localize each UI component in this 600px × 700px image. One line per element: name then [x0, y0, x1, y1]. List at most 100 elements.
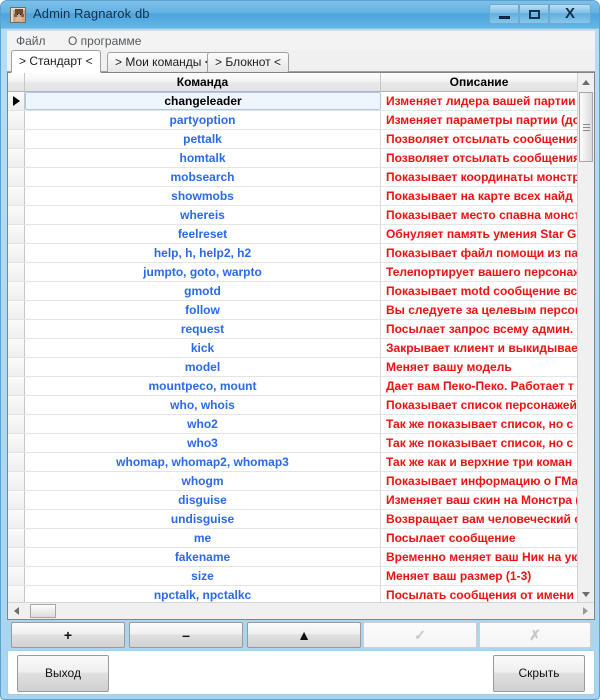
cell-description[interactable]: Показывает на карте всех найд: [381, 187, 577, 205]
cell-command[interactable]: who2: [25, 415, 381, 433]
cell-description[interactable]: Вы следуете за целевым персон: [381, 301, 577, 319]
cell-command[interactable]: pettalk: [25, 130, 381, 148]
cell-description[interactable]: Показывает информацию о ГМах: [381, 472, 577, 490]
table-row[interactable]: mobsearch Показывает координаты монстр: [8, 168, 577, 187]
cell-description[interactable]: Показывает файл помощи из пап: [381, 244, 577, 262]
close-button[interactable]: X: [549, 4, 591, 24]
cell-command[interactable]: whereis: [25, 206, 381, 224]
table-row[interactable]: follow Вы следуете за целевым персон: [8, 301, 577, 320]
row-indicator-cell[interactable]: [8, 586, 25, 603]
cell-description[interactable]: Показывает место спавна монст: [381, 206, 577, 224]
tab-my-commands[interactable]: > Мои команды <: [107, 52, 220, 72]
cell-command[interactable]: jumpto, goto, warpto: [25, 263, 381, 281]
cell-command[interactable]: mountpeco, mount: [25, 377, 381, 395]
cell-description[interactable]: Так же как и верхние три коман: [381, 453, 577, 471]
table-row[interactable]: mountpeco, mount Дает вам Пеко-Пеко. Рабо…: [8, 377, 577, 396]
table-row[interactable]: homtalk Позволяет отсылать сообщения: [8, 149, 577, 168]
table-row[interactable]: gmotd Показывает motd сообщение вс: [8, 282, 577, 301]
scroll-up-arrow[interactable]: [578, 73, 594, 90]
maximize-button[interactable]: [519, 4, 549, 24]
row-indicator-cell[interactable]: [8, 206, 25, 224]
table-row[interactable]: kick Закрывает клиент и выкидывае: [8, 339, 577, 358]
row-indicator-cell[interactable]: [8, 301, 25, 319]
cell-command[interactable]: undisguise: [25, 510, 381, 528]
row-indicator-cell[interactable]: [8, 415, 25, 433]
cell-command[interactable]: mobsearch: [25, 168, 381, 186]
cell-command[interactable]: help, h, help2, h2: [25, 244, 381, 262]
cell-command[interactable]: feelreset: [25, 225, 381, 243]
cell-description[interactable]: Посылать сообщения от имени Н: [381, 586, 577, 603]
row-indicator-cell[interactable]: [8, 453, 25, 471]
table-row[interactable]: help, h, help2, h2 Показывает файл помощи…: [8, 244, 577, 263]
row-indicator-cell[interactable]: [8, 130, 25, 148]
cell-command[interactable]: who, whois: [25, 396, 381, 414]
row-indicator-cell[interactable]: [8, 396, 25, 414]
horizontal-scrollbar[interactable]: [8, 602, 594, 619]
table-row[interactable]: undisguise Возвращает вам человеческий с: [8, 510, 577, 529]
cell-description[interactable]: Телепортирует вашего персонаж: [381, 263, 577, 281]
row-indicator-cell[interactable]: [8, 548, 25, 566]
row-indicator-cell[interactable]: [8, 225, 25, 243]
table-row[interactable]: npctalk, npctalkc Посылать сообщения от и…: [8, 586, 577, 603]
cell-description[interactable]: Изменяет ваш скин на Монстра (: [381, 491, 577, 509]
table-row[interactable]: whogm Показывает информацию о ГМах: [8, 472, 577, 491]
cell-description[interactable]: Посылает запрос всему админ. с: [381, 320, 577, 338]
horizontal-scrollbar-thumb[interactable]: [30, 604, 56, 618]
row-indicator-cell[interactable]: [8, 244, 25, 262]
exit-button[interactable]: Выход: [17, 655, 109, 692]
row-indicator-cell[interactable]: [8, 434, 25, 452]
cell-command[interactable]: who3: [25, 434, 381, 452]
cell-command[interactable]: me: [25, 529, 381, 547]
cell-command[interactable]: npctalk, npctalkc: [25, 586, 381, 603]
edit-record-button[interactable]: ▲: [247, 622, 361, 648]
cell-description[interactable]: Возвращает вам человеческий с: [381, 510, 577, 528]
row-indicator-cell[interactable]: [8, 491, 25, 509]
vertical-scrollbar[interactable]: [577, 73, 594, 603]
cell-description[interactable]: Обнуляет память умения Star Gl: [381, 225, 577, 243]
scroll-right-arrow[interactable]: [577, 603, 594, 619]
grid-header-command[interactable]: Команда: [25, 73, 381, 91]
cell-description[interactable]: Меняет вашу модель: [381, 358, 577, 376]
row-indicator-cell[interactable]: [8, 168, 25, 186]
row-indicator-cell[interactable]: [8, 529, 25, 547]
table-row[interactable]: whomap, whomap2, whomap3 Так же как и вер…: [8, 453, 577, 472]
cell-description[interactable]: Изменяет параметры партии (до: [381, 111, 577, 129]
table-row[interactable]: who3 Так же показывает список, но с: [8, 434, 577, 453]
row-indicator-cell[interactable]: [8, 111, 25, 129]
table-row[interactable]: model Меняет вашу модель: [8, 358, 577, 377]
table-row[interactable]: pettalk Позволяет отсылать сообщения: [8, 130, 577, 149]
cell-command[interactable]: gmotd: [25, 282, 381, 300]
cell-description[interactable]: Показывает список персонажей: [381, 396, 577, 414]
delete-record-button[interactable]: –: [129, 622, 243, 648]
title-bar[interactable]: Admin Ragnarok db X: [1, 1, 599, 29]
cell-command[interactable]: changeleader: [25, 92, 381, 110]
cell-description[interactable]: Показывает motd сообщение вс: [381, 282, 577, 300]
cell-command[interactable]: whomap, whomap2, whomap3: [25, 453, 381, 471]
row-indicator-cell[interactable]: [8, 92, 25, 110]
cell-description[interactable]: Так же показывает список, но с: [381, 434, 577, 452]
cell-command[interactable]: partyoption: [25, 111, 381, 129]
cell-command[interactable]: size: [25, 567, 381, 585]
hide-button[interactable]: Скрыть: [493, 655, 585, 692]
row-indicator-cell[interactable]: [8, 282, 25, 300]
menu-item-about[interactable]: О программе: [63, 33, 146, 49]
row-indicator-cell[interactable]: [8, 320, 25, 338]
table-row[interactable]: changeleader Изменяет лидера вашей партии: [8, 92, 577, 111]
cell-description[interactable]: Дает вам Пеко-Пеко. Работает т: [381, 377, 577, 395]
cell-description[interactable]: Закрывает клиент и выкидывае: [381, 339, 577, 357]
table-row[interactable]: me Посылает сообщение: [8, 529, 577, 548]
cell-description[interactable]: Меняет ваш размер (1-3): [381, 567, 577, 585]
cell-command[interactable]: homtalk: [25, 149, 381, 167]
table-row[interactable]: showmobs Показывает на карте всех найд: [8, 187, 577, 206]
cell-command[interactable]: request: [25, 320, 381, 338]
cell-command[interactable]: follow: [25, 301, 381, 319]
row-indicator-cell[interactable]: [8, 187, 25, 205]
table-row[interactable]: whereis Показывает место спавна монст: [8, 206, 577, 225]
table-row[interactable]: size Меняет ваш размер (1-3): [8, 567, 577, 586]
row-indicator-cell[interactable]: [8, 567, 25, 585]
tab-notepad[interactable]: > Блокнот <: [207, 52, 290, 72]
cell-command[interactable]: kick: [25, 339, 381, 357]
grid-header-description[interactable]: Описание: [381, 73, 577, 91]
table-row[interactable]: fakename Временно меняет ваш Ник на ука: [8, 548, 577, 567]
menu-item-file[interactable]: Файл: [11, 33, 51, 49]
